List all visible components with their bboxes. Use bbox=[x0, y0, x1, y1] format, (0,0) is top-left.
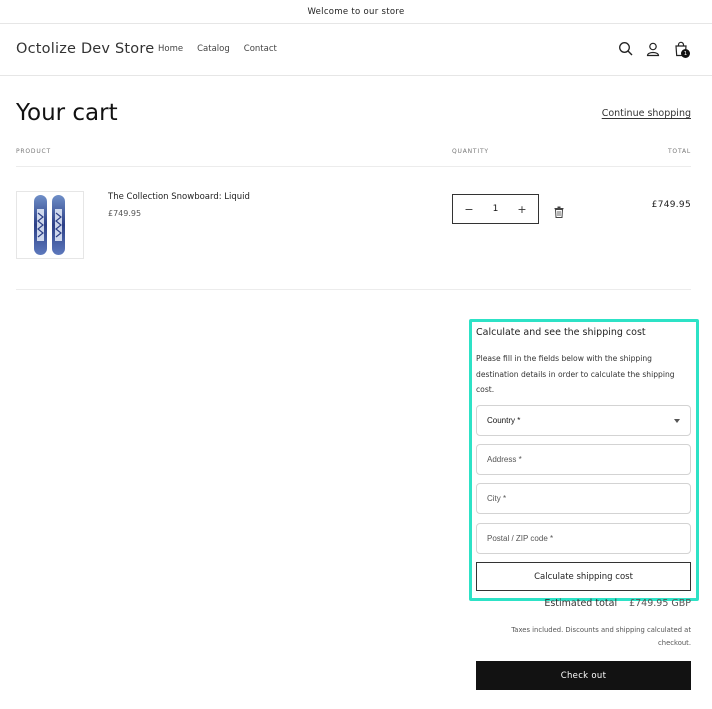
checkout-button[interactable]: Check out bbox=[476, 661, 691, 690]
account-icon[interactable] bbox=[645, 41, 661, 57]
estimated-total-value: £749.95 GBP bbox=[629, 598, 691, 609]
calculate-shipping-button[interactable]: Calculate shipping cost bbox=[476, 562, 691, 591]
search-icon[interactable] bbox=[618, 41, 634, 57]
quantity-stepper: − 1 + bbox=[452, 194, 539, 224]
product-image[interactable] bbox=[16, 191, 84, 259]
quantity-decrease-button[interactable]: − bbox=[463, 203, 475, 216]
shipping-description: Please fill in the fields below with the… bbox=[476, 354, 675, 394]
announcement-text: Welcome to our store bbox=[307, 6, 405, 17]
column-total: TOTAL bbox=[667, 148, 691, 155]
country-select-value: Country * bbox=[487, 416, 521, 425]
divider bbox=[16, 289, 691, 290]
column-product: PRODUCT bbox=[16, 148, 51, 155]
snowboard-image bbox=[34, 195, 65, 255]
continue-shopping-link[interactable]: Continue shopping bbox=[602, 108, 691, 119]
trash-icon[interactable] bbox=[554, 203, 564, 218]
city-field[interactable]: City * bbox=[476, 483, 691, 514]
quantity-increase-button[interactable]: + bbox=[516, 203, 528, 216]
chevron-down-icon bbox=[674, 418, 680, 423]
nav-catalog[interactable]: Catalog bbox=[197, 44, 230, 54]
country-select[interactable]: Country * bbox=[476, 405, 691, 436]
line-total: £749.95 bbox=[651, 200, 691, 210]
address-field[interactable]: Address * bbox=[476, 444, 691, 475]
announcement-bar: Welcome to our store bbox=[0, 0, 712, 24]
column-quantity: QUANTITY bbox=[452, 148, 489, 155]
estimated-total-label: Estimated total bbox=[544, 598, 618, 609]
page-title: Your cart bbox=[16, 100, 118, 126]
divider bbox=[16, 166, 691, 167]
cart-count-badge: 1 bbox=[681, 49, 690, 58]
product-price: £749.95 bbox=[108, 209, 142, 218]
store-logo[interactable]: Octolize Dev Store bbox=[16, 41, 154, 57]
nav-home[interactable]: Home bbox=[158, 44, 183, 54]
zip-field[interactable]: Postal / ZIP code * bbox=[476, 523, 691, 554]
tax-note: Taxes included. Discounts and shipping c… bbox=[511, 626, 691, 647]
main-nav: Home Catalog Contact bbox=[158, 44, 277, 54]
estimated-total: Estimated total £749.95 GBP bbox=[544, 598, 691, 609]
nav-contact[interactable]: Contact bbox=[244, 44, 277, 54]
quantity-value[interactable]: 1 bbox=[493, 204, 499, 214]
product-name[interactable]: The Collection Snowboard: Liquid bbox=[108, 192, 250, 202]
site-header: Octolize Dev Store Home Catalog Contact … bbox=[0, 24, 712, 76]
shipping-title: Calculate and see the shipping cost bbox=[476, 327, 646, 338]
cart-icon[interactable]: 1 bbox=[673, 41, 690, 58]
